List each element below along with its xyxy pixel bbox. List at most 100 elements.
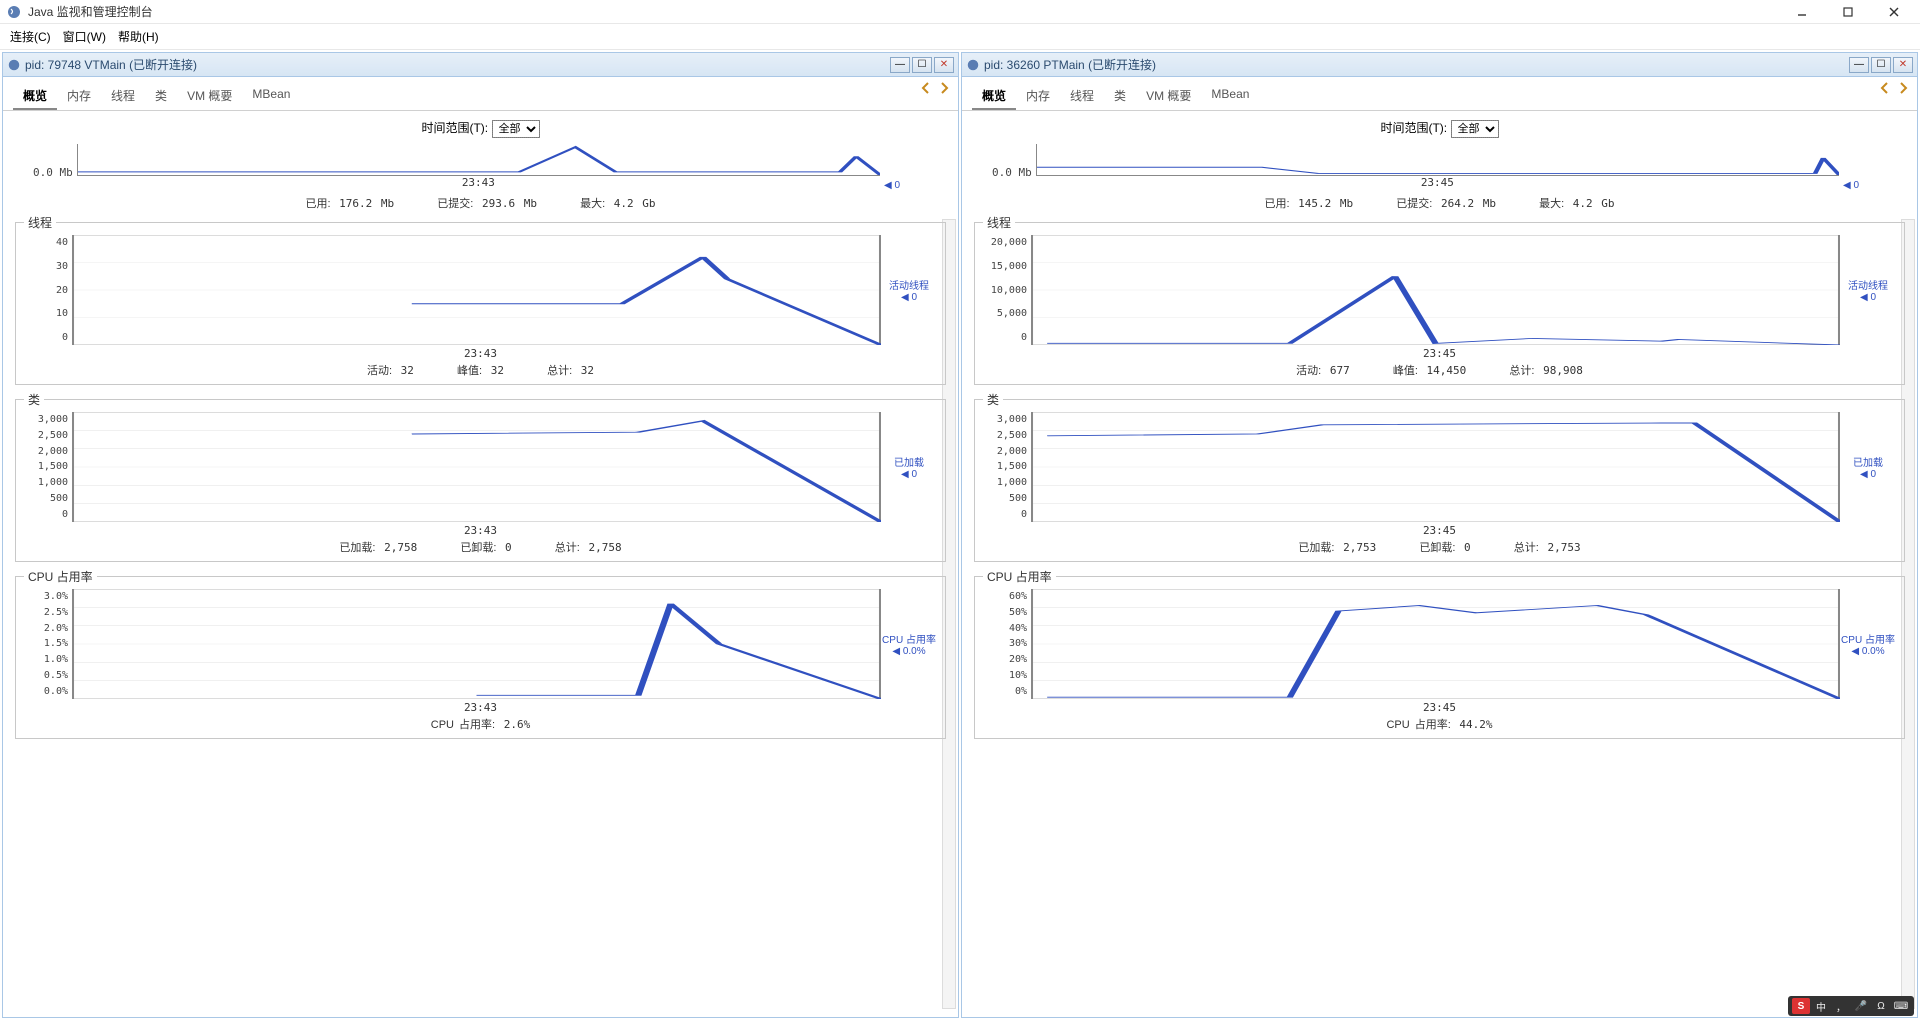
ime-tray[interactable]: S 中 ， 🎤 Ω ⌨	[1788, 996, 1914, 1016]
tab-vm-summary[interactable]: VM 概要	[1136, 83, 1201, 110]
heap-stats: 已用: 176.2 Mb 已提交: 293.6 Mb 最大: 4.2 Gb	[13, 193, 948, 211]
tab-memory[interactable]: 内存	[1016, 83, 1060, 110]
cpu-legend: CPU 占用率◀ 0.0%	[881, 589, 937, 699]
heap-mini-chart: 0.0 Mb 23:45 ◀ 0	[972, 144, 1907, 193]
internal-minimize-button[interactable]: —	[1849, 57, 1869, 73]
menu-help[interactable]: 帮助(H)	[118, 28, 159, 45]
threads-group: 线程 20,00015,00010,0005,0000 活动线程◀ 0 23:4…	[974, 214, 1905, 385]
threads-title: 线程	[983, 214, 1015, 231]
java-icon	[966, 58, 980, 72]
menu-window[interactable]: 窗口(W)	[63, 28, 106, 45]
classes-legend: 已加载◀ 0	[881, 412, 937, 522]
heap-stats: 已用: 145.2 Mb 已提交: 264.2 Mb 最大: 4.2 Gb	[972, 193, 1907, 211]
window-minimize-button[interactable]	[1788, 3, 1816, 21]
heap-ylabel: 0.0 Mb	[33, 166, 73, 191]
time-range-row: 时间范围(T): 全部	[972, 115, 1907, 144]
time-range-select[interactable]: 全部	[1451, 120, 1499, 138]
threads-legend: 活动线程◀ 0	[1840, 235, 1896, 345]
app-title: Java 监视和管理控制台	[28, 3, 1788, 20]
tab-memory[interactable]: 内存	[57, 83, 101, 110]
cpu-group: CPU 占用率 3.0%2.5%2.0%1.5%1.0%0.5%0.0% CPU…	[15, 568, 946, 739]
internal-titlebar[interactable]: pid: 79748 VTMain (已断开连接) — ☐ ✕	[3, 53, 958, 77]
internal-window-vtmain: pid: 79748 VTMain (已断开连接) — ☐ ✕ 概览 内存 线程…	[2, 52, 959, 1018]
cpu-xaxis: 23:45	[983, 699, 1896, 714]
threads-stats: 活动: 677 峰值: 14,450 总计: 98,908	[983, 360, 1896, 378]
classes-xaxis: 23:45	[983, 522, 1896, 537]
ime-punct-icon[interactable]: ，	[1832, 998, 1850, 1014]
internal-maximize-button[interactable]: ☐	[1871, 57, 1891, 73]
java-icon	[7, 58, 21, 72]
time-range-label: 时间范围(T):	[421, 121, 488, 135]
cpu-stats: CPU 占用率: 44.2%	[983, 714, 1896, 732]
tab-threads[interactable]: 线程	[101, 83, 145, 110]
classes-stats: 已加载: 2,753 已卸载: 0 总计: 2,753	[983, 537, 1896, 555]
cpu-yaxis: 3.0%2.5%2.0%1.5%1.0%0.5%0.0%	[24, 589, 72, 699]
detach-right-icon[interactable]	[936, 81, 950, 95]
heap-legend: ◀ 0	[884, 180, 928, 191]
detach-right-icon[interactable]	[1895, 81, 1909, 95]
internal-maximize-button[interactable]: ☐	[912, 57, 932, 73]
tab-overview[interactable]: 概览	[972, 83, 1016, 110]
threads-chart	[1031, 235, 1840, 345]
ime-keyboard-icon[interactable]: ⌨	[1892, 998, 1910, 1014]
overview-content: 时间范围(T): 全部 0.0 Mb 23:45 ◀ 0 已用: 145.2 M…	[962, 111, 1917, 1017]
detach-left-icon[interactable]	[920, 81, 934, 95]
internal-title: pid: 36260 PTMain (已断开连接)	[984, 56, 1847, 73]
tab-classes[interactable]: 类	[145, 83, 177, 110]
tab-vm-summary[interactable]: VM 概要	[177, 83, 242, 110]
tab-mbean[interactable]: MBean	[1201, 83, 1259, 110]
cpu-chart	[72, 589, 881, 699]
cpu-legend: CPU 占用率◀ 0.0%	[1840, 589, 1896, 699]
cpu-title: CPU 占用率	[983, 568, 1056, 585]
heap-xticks: 23:43	[77, 176, 880, 191]
cpu-stats: CPU 占用率: 2.6%	[24, 714, 937, 732]
heap-ylabel: 0.0 Mb	[992, 166, 1032, 191]
threads-yaxis: 403020100	[24, 235, 72, 345]
heap-mini-chart: 0.0 Mb 23:43 ◀ 0	[13, 144, 948, 193]
threads-chart	[72, 235, 881, 345]
threads-xaxis: 23:45	[983, 345, 1896, 360]
tab-classes[interactable]: 类	[1104, 83, 1136, 110]
tab-overview[interactable]: 概览	[13, 83, 57, 110]
classes-group: 类 3,0002,5002,0001,5001,0005000 已加载◀ 0 2…	[974, 391, 1905, 562]
sogou-icon[interactable]: S	[1792, 998, 1810, 1014]
cpu-xaxis: 23:43	[24, 699, 937, 714]
threads-xaxis: 23:43	[24, 345, 937, 360]
threads-legend: 活动线程◀ 0	[881, 235, 937, 345]
internal-title: pid: 79748 VTMain (已断开连接)	[25, 56, 888, 73]
heap-mini-line	[1037, 144, 1839, 175]
internal-close-button[interactable]: ✕	[934, 57, 954, 73]
time-range-select[interactable]: 全部	[492, 120, 540, 138]
cpu-chart	[1031, 589, 1840, 699]
internal-minimize-button[interactable]: —	[890, 57, 910, 73]
time-range-label: 时间范围(T):	[1380, 121, 1447, 135]
threads-stats: 活动: 32 峰值: 32 总计: 32	[24, 360, 937, 378]
tab-threads[interactable]: 线程	[1060, 83, 1104, 110]
classes-legend: 已加载◀ 0	[1840, 412, 1896, 522]
detach-left-icon[interactable]	[1879, 81, 1893, 95]
classes-stats: 已加载: 2,758 已卸载: 0 总计: 2,758	[24, 537, 937, 555]
menubar: 连接(C) 窗口(W) 帮助(H)	[0, 24, 1920, 50]
classes-group: 类 3,0002,5002,0001,5001,0005000 已加载◀ 0 2…	[15, 391, 946, 562]
ime-lang[interactable]: 中	[1812, 998, 1830, 1014]
threads-yaxis: 20,00015,00010,0005,0000	[983, 235, 1031, 345]
menu-connection[interactable]: 连接(C)	[10, 28, 51, 45]
ime-omega-icon[interactable]: Ω	[1872, 998, 1890, 1014]
ime-mic-icon[interactable]: 🎤	[1852, 998, 1870, 1014]
classes-yaxis: 3,0002,5002,0001,5001,0005000	[24, 412, 72, 522]
classes-yaxis: 3,0002,5002,0001,5001,0005000	[983, 412, 1031, 522]
threads-title: 线程	[24, 214, 56, 231]
internal-titlebar[interactable]: pid: 36260 PTMain (已断开连接) — ☐ ✕	[962, 53, 1917, 77]
java-icon	[6, 4, 22, 20]
heap-mini-line	[78, 144, 880, 175]
cpu-group: CPU 占用率 60%50%40%30%20%10%0% CPU 占用率◀ 0.…	[974, 568, 1905, 739]
classes-title: 类	[24, 391, 44, 408]
window-maximize-button[interactable]	[1834, 3, 1862, 21]
internal-close-button[interactable]: ✕	[1893, 57, 1913, 73]
mdi-area: pid: 79748 VTMain (已断开连接) — ☐ ✕ 概览 内存 线程…	[0, 50, 1920, 1020]
classes-title: 类	[983, 391, 1003, 408]
classes-chart	[1031, 412, 1840, 522]
app-titlebar: Java 监视和管理控制台	[0, 0, 1920, 24]
tab-mbean[interactable]: MBean	[242, 83, 300, 110]
window-close-button[interactable]	[1880, 3, 1908, 21]
